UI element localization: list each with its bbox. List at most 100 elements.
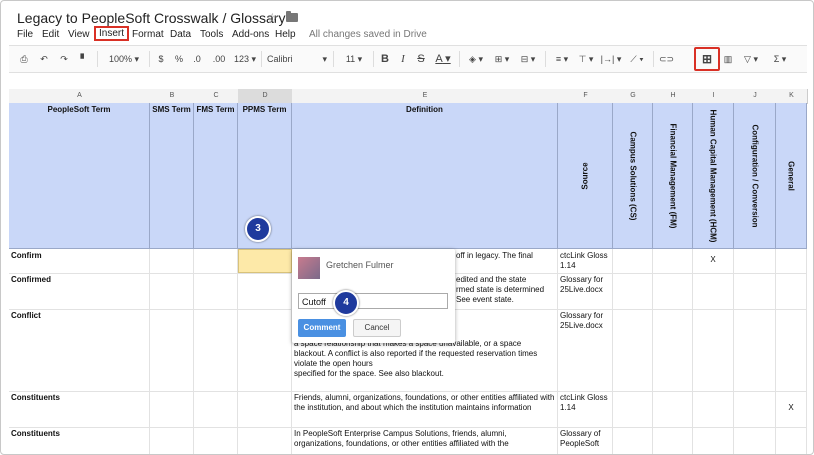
hcm-cell[interactable]: X	[693, 249, 734, 273]
cs-cell[interactable]	[613, 309, 653, 391]
star-icon[interactable]: ☆	[266, 10, 279, 27]
paint-format-icon[interactable]: ▘	[77, 50, 91, 68]
sms-cell[interactable]	[150, 391, 194, 427]
header-peoplesoft-term[interactable]: PeopleSoft Term	[9, 103, 150, 249]
column-header-e[interactable]: E	[292, 89, 559, 104]
header-definition[interactable]: Definition	[292, 103, 558, 249]
comment-input[interactable]: Cutoff	[298, 293, 448, 309]
general-cell[interactable]: X	[776, 391, 807, 427]
general-cell[interactable]	[776, 309, 807, 391]
menu-tools[interactable]: Tools	[200, 29, 223, 40]
menu-help[interactable]: Help	[275, 29, 296, 40]
menu-insert[interactable]: Insert	[94, 26, 130, 41]
menu-data[interactable]: Data	[170, 29, 191, 40]
general-cell[interactable]	[776, 273, 807, 309]
horizontal-align-icon[interactable]: ≡ ▾	[551, 50, 573, 68]
text-rotation-icon[interactable]: ⟋ ▾	[625, 50, 649, 68]
hcm-cell[interactable]	[693, 427, 734, 454]
menu-addons[interactable]: Add-ons	[232, 29, 269, 40]
ppms-cell[interactable]	[238, 427, 292, 454]
italic-button[interactable]: I	[397, 50, 409, 68]
print-icon[interactable]: ⎙	[17, 50, 31, 68]
header-human-capital-management[interactable]: Human Capital Management (HCM)	[693, 103, 734, 249]
header-general[interactable]: General	[776, 103, 807, 249]
doc-title[interactable]: Legacy to PeopleSoft Crosswalk / Glossar…	[17, 10, 285, 26]
source-cell[interactable]: Glossary for 25Live.docx	[558, 309, 613, 391]
insert-comment-icon[interactable]: ⊞	[694, 47, 720, 71]
fill-color-icon[interactable]: ◈ ▾	[465, 50, 487, 68]
functions-button[interactable]: Σ ▾	[769, 50, 791, 68]
menu-file[interactable]: File	[17, 29, 33, 40]
general-cell[interactable]	[776, 427, 807, 454]
config-cell[interactable]	[734, 273, 776, 309]
term-cell[interactable]: Constituents	[9, 391, 150, 427]
font-size-select[interactable]: 11 ▾	[339, 50, 369, 68]
header-sms-term[interactable]: SMS Term	[150, 103, 194, 249]
merge-cells-icon[interactable]: ⊟ ▾	[517, 50, 539, 68]
term-cell[interactable]: Confirm	[9, 249, 150, 273]
folder-icon[interactable]	[286, 11, 298, 22]
hcm-cell[interactable]	[693, 309, 734, 391]
source-cell[interactable]: ctcLink Gloss 1.14	[558, 391, 613, 427]
term-cell[interactable]: Conflict	[9, 309, 150, 391]
column-header-b[interactable]: B	[150, 89, 195, 104]
ppms-cell[interactable]	[238, 273, 292, 309]
column-header-k[interactable]: K	[776, 89, 808, 104]
column-header-h[interactable]: H	[653, 89, 694, 104]
decrease-decimal-button[interactable]: .0	[189, 50, 205, 68]
hcm-cell[interactable]	[693, 273, 734, 309]
insert-link-icon[interactable]: ⊂⊃	[659, 50, 674, 68]
font-select[interactable]: Calibri ▾	[267, 50, 327, 68]
more-formats-button[interactable]: 123 ▾	[233, 50, 257, 68]
definition-cell[interactable]: Friends, alumni, organizations, foundati…	[292, 391, 558, 427]
text-color-button[interactable]: A ▾	[433, 50, 453, 68]
menu-view[interactable]: View	[68, 29, 90, 40]
fms-cell[interactable]	[194, 427, 238, 454]
column-header-i[interactable]: I	[693, 89, 735, 104]
fms-cell[interactable]	[194, 391, 238, 427]
filter-icon[interactable]: ▽ ▾	[741, 50, 761, 68]
column-header-j[interactable]: J	[734, 89, 777, 104]
percent-button[interactable]: %	[173, 50, 185, 68]
strikethrough-button[interactable]: S	[415, 50, 427, 68]
hcm-cell[interactable]	[693, 391, 734, 427]
sms-cell[interactable]	[150, 309, 194, 391]
source-cell[interactable]: ctcLink Gloss 1.14	[558, 249, 613, 273]
fm-cell[interactable]	[653, 309, 693, 391]
column-header-f[interactable]: F	[558, 89, 614, 104]
borders-icon[interactable]: ⊞ ▾	[491, 50, 513, 68]
fm-cell[interactable]	[653, 273, 693, 309]
cancel-button[interactable]: Cancel	[353, 319, 401, 337]
column-header-a[interactable]: A	[9, 89, 151, 104]
currency-button[interactable]: $	[155, 50, 167, 68]
general-cell[interactable]	[776, 249, 807, 273]
sms-cell[interactable]	[150, 249, 194, 273]
header-financial-management[interactable]: Financial Management (FM)	[653, 103, 693, 249]
redo-icon[interactable]: ↷	[57, 50, 71, 68]
zoom-select[interactable]: 100% ▾	[103, 50, 145, 68]
bold-button[interactable]: B	[379, 50, 391, 68]
header-fms-term[interactable]: FMS Term	[194, 103, 238, 249]
undo-icon[interactable]: ↶	[37, 50, 51, 68]
cs-cell[interactable]	[613, 249, 653, 273]
selected-ppms-cell[interactable]	[238, 249, 292, 273]
fm-cell[interactable]	[653, 391, 693, 427]
header-configuration-conversion[interactable]: Configuration / Conversion	[734, 103, 776, 249]
fms-cell[interactable]	[194, 309, 238, 391]
cs-cell[interactable]	[613, 391, 653, 427]
term-cell[interactable]: Confirmed	[9, 273, 150, 309]
config-cell[interactable]	[734, 391, 776, 427]
source-cell[interactable]: Glossary of PeopleSoft	[558, 427, 613, 454]
header-source[interactable]: Source	[558, 103, 613, 249]
cs-cell[interactable]	[613, 427, 653, 454]
sms-cell[interactable]	[150, 427, 194, 454]
term-cell[interactable]: Constituents	[9, 427, 150, 454]
column-header-g[interactable]: G	[613, 89, 654, 104]
comment-button[interactable]: Comment	[298, 319, 346, 337]
ppms-cell[interactable]	[238, 309, 292, 391]
fm-cell[interactable]	[653, 427, 693, 454]
text-wrap-icon[interactable]: |→| ▾	[599, 50, 623, 68]
sms-cell[interactable]	[150, 273, 194, 309]
fms-cell[interactable]	[194, 249, 238, 273]
fm-cell[interactable]	[653, 249, 693, 273]
